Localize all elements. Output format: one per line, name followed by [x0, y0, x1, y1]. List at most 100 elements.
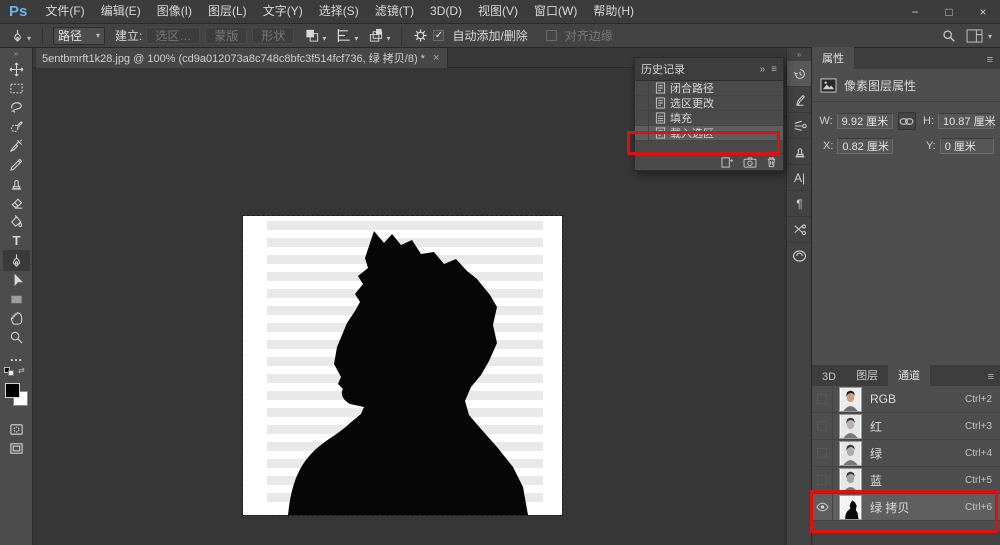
make-mask-button[interactable]: 蒙版 [205, 27, 247, 44]
menu-filter[interactable]: 滤镜(T) [367, 0, 422, 23]
type-tool[interactable]: T [0, 231, 33, 250]
visibility-well[interactable] [812, 386, 833, 412]
channel-row-rgb[interactable]: RGB Ctrl+2 [812, 386, 1000, 413]
move-tool[interactable] [0, 60, 33, 79]
swap-colors-icon[interactable]: ⇄ [18, 366, 25, 375]
pen-tool[interactable] [3, 250, 30, 271]
close-button[interactable]: × [966, 0, 1000, 24]
zoom-tool[interactable] [0, 328, 33, 347]
path-operations-icon[interactable]: ▾ [304, 28, 326, 43]
clone-source-icon[interactable] [787, 139, 812, 165]
menu-file[interactable]: 文件(F) [37, 0, 92, 23]
visibility-eye-icon[interactable] [812, 494, 833, 520]
history-panel-icon[interactable] [787, 61, 812, 87]
tool-mode-select[interactable]: 路径 ▾ [53, 27, 105, 45]
more-tools-icon[interactable]: … [0, 347, 33, 366]
panel-dock-strip: » A| ¶ [786, 48, 811, 545]
shape-tool[interactable] [0, 290, 33, 309]
canvas-image[interactable] [243, 216, 562, 515]
panel-menu-icon[interactable]: ≡ [980, 51, 1000, 69]
hand-tool[interactable] [0, 309, 33, 328]
menu-type[interactable]: 文字(Y) [255, 0, 311, 23]
quick-selection-tool[interactable] [0, 117, 33, 136]
menu-help[interactable]: 帮助(H) [585, 0, 642, 23]
visibility-well[interactable] [812, 413, 833, 439]
make-selection-button[interactable]: 选区… [146, 27, 200, 44]
menu-image[interactable]: 图像(I) [149, 0, 200, 23]
menu-view[interactable]: 视图(V) [470, 0, 526, 23]
history-item[interactable]: 选区更改 [635, 96, 783, 111]
path-arrangement-icon[interactable]: ▾ [368, 28, 390, 43]
channel-row-red[interactable]: 红 Ctrl+3 [812, 413, 1000, 440]
workspace-switcher-icon[interactable]: ▾ [966, 29, 992, 43]
search-icon[interactable] [942, 29, 956, 43]
history-panel-title: 历史记录 [641, 61, 685, 77]
gradient-bucket-tool[interactable] [0, 212, 33, 231]
dock-collapse-icon[interactable]: » [787, 48, 811, 61]
align-edges-checkbox[interactable] [546, 30, 557, 41]
visibility-well[interactable] [812, 440, 833, 466]
new-snapshot-camera-icon[interactable] [743, 157, 757, 168]
auto-add-checkbox[interactable]: ✓ [433, 30, 444, 41]
panel-menu-icon[interactable]: ≡ [771, 64, 777, 75]
lasso-tool[interactable] [0, 98, 33, 117]
marquee-tool[interactable] [0, 79, 33, 98]
brush-presets-icon[interactable] [787, 113, 812, 139]
screen-mode-button[interactable] [0, 439, 33, 458]
visibility-well[interactable] [812, 467, 833, 493]
channel-label: 绿 拷贝 [870, 499, 909, 516]
path-alignment-icon[interactable]: ▾ [336, 28, 358, 43]
width-field[interactable]: 9.92 厘米 [837, 113, 893, 129]
gear-icon[interactable] [413, 28, 428, 43]
panel-collapse-icon[interactable]: » [760, 64, 766, 75]
chevron-down-icon: ▾ [96, 31, 100, 40]
tab-3d[interactable]: 3D [812, 368, 846, 386]
pixel-layer-icon [820, 78, 837, 93]
paragraph-panel-icon[interactable]: ¶ [787, 191, 812, 217]
properties-type-label: 像素图层属性 [844, 77, 916, 94]
menu-window[interactable]: 窗口(W) [526, 0, 585, 23]
tab-close-icon[interactable]: × [433, 52, 439, 64]
channel-shortcut: Ctrl+5 [965, 475, 992, 486]
foreground-color-swatch[interactable] [5, 383, 20, 398]
panel-menu-icon[interactable]: ≡ [981, 368, 1000, 386]
character-panel-icon[interactable]: A| [787, 165, 812, 191]
channel-row-green[interactable]: 绿 Ctrl+4 [812, 440, 1000, 467]
path-selection-tool[interactable] [0, 271, 33, 290]
tab-properties[interactable]: 属性 [812, 47, 854, 69]
tool-presets-icon[interactable] [787, 217, 812, 243]
menu-edit[interactable]: 编辑(E) [93, 0, 149, 23]
menu-3d[interactable]: 3D(D) [422, 0, 470, 23]
x-field[interactable]: 0.82 厘米 [837, 138, 893, 154]
history-item[interactable]: 闭合路径 [635, 81, 783, 96]
menu-layer[interactable]: 图层(L) [200, 0, 255, 23]
properties-fields: W: 9.92 厘米 H: 10.87 厘米 X: 0.82 厘米 Y: 0 厘… [812, 102, 1000, 154]
history-item-selected[interactable]: 载入选区 [635, 126, 783, 141]
clone-stamp-tool[interactable] [0, 174, 33, 193]
history-panel: 历史记录 » ≡ 闭合路径 选区更改 填充 载入选区 [634, 57, 784, 171]
creative-cloud-icon[interactable] [787, 243, 812, 269]
y-field[interactable]: 0 厘米 [940, 138, 994, 154]
eyedropper-tool[interactable] [0, 136, 33, 155]
quick-mask-button[interactable] [0, 420, 33, 439]
maximize-button[interactable]: □ [932, 0, 966, 24]
brush-settings-icon[interactable] [787, 87, 812, 113]
new-document-from-state-icon[interactable] [721, 156, 734, 168]
menu-select[interactable]: 选择(S) [311, 0, 367, 23]
tab-layers[interactable]: 图层 [846, 364, 888, 386]
delete-state-trash-icon[interactable] [766, 156, 777, 168]
pen-tool-preset-icon[interactable]: ▾ [10, 28, 31, 43]
default-swap-colors[interactable]: ⇄ [0, 366, 33, 378]
channel-row-blue[interactable]: 蓝 Ctrl+5 [812, 467, 1000, 494]
toolbar-collapse-icon[interactable]: » [0, 48, 32, 60]
link-dimensions-icon[interactable] [898, 112, 917, 130]
brush-tool[interactable] [0, 155, 33, 174]
eraser-tool[interactable] [0, 193, 33, 212]
document-tab[interactable]: 5entbmrft1k28.jpg @ 100% (cd9a012073a8c7… [36, 48, 448, 68]
channel-row-green-copy[interactable]: 绿 拷贝 Ctrl+6 [812, 494, 1000, 521]
height-field[interactable]: 10.87 厘米 [938, 113, 994, 129]
history-item[interactable]: 填充 [635, 111, 783, 126]
make-shape-button[interactable]: 形状 [252, 27, 294, 44]
minimize-button[interactable]: − [898, 0, 932, 24]
tab-channels[interactable]: 通道 [888, 364, 930, 386]
